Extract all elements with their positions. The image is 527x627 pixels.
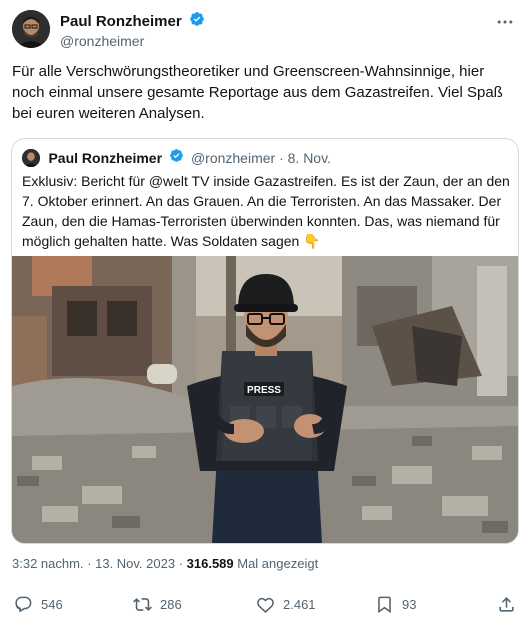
quote-author-name: Paul Ronzheimer	[48, 150, 163, 166]
bookmark-count: 93	[402, 596, 417, 612]
press-label: PRESS	[247, 385, 281, 396]
verified-icon[interactable]	[189, 11, 205, 32]
avatar[interactable]	[12, 10, 50, 48]
share-icon	[499, 596, 514, 612]
more-icon[interactable]	[495, 12, 515, 32]
tweet-header: Paul Ronzheimer @ronzheimer	[12, 10, 515, 50]
quoted-tweet[interactable]: Paul Ronzheimer @ronzheimer · 8. Nov. Ex…	[11, 138, 519, 544]
views-label: Mal angezeigt	[233, 556, 319, 571]
like-count: 2.461	[283, 596, 316, 612]
quote-avatar	[22, 149, 40, 167]
author-name[interactable]: Paul Ronzheimer	[60, 12, 182, 31]
reply-button[interactable]: 546	[14, 592, 63, 616]
retweet-count: 286	[160, 596, 182, 612]
bookmark-button[interactable]: 93	[375, 592, 416, 616]
video-frame: PRESS	[12, 256, 518, 543]
views-count: 316.589	[186, 556, 234, 571]
quote-text: Exklusiv: Bericht für @welt TV inside Ga…	[22, 171, 512, 251]
retweet-icon	[133, 597, 152, 611]
bookmark-icon	[378, 596, 391, 613]
quote-text-body: Exklusiv: Bericht für @welt TV inside Ga…	[22, 173, 510, 249]
quote-video[interactable]: PRESS	[12, 256, 518, 543]
share-button[interactable]	[497, 592, 524, 616]
time-date[interactable]: 3:32 nachm. · 13. Nov. 2023 ·	[12, 556, 187, 571]
like-button[interactable]: 2.461	[256, 592, 316, 616]
quote-handle-date: @ronzheimer · 8. Nov.	[190, 150, 331, 166]
author-handle[interactable]: @ronzheimer	[60, 32, 205, 51]
reply-count: 546	[41, 596, 63, 612]
retweet-button[interactable]: 286	[133, 592, 182, 616]
like-icon	[257, 597, 274, 613]
action-bar: 546 286 2.461 93	[0, 592, 527, 622]
pointing-down-emoji: 👇	[303, 233, 321, 249]
tweet-text: Für alle Verschwörungstheoretiker und Gr…	[12, 63, 503, 122]
reply-icon	[15, 596, 32, 612]
tweet-timestamp: 3:32 nachm. · 13. Nov. 2023 · 316.589 Ma…	[12, 556, 318, 571]
verified-icon	[169, 148, 184, 168]
